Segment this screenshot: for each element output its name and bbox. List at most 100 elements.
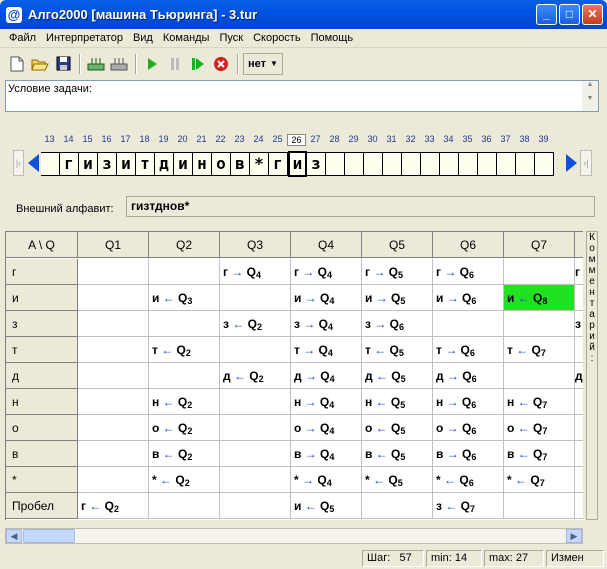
menu-run[interactable]: Пуск: [214, 32, 248, 44]
menu-interpreter[interactable]: Интерпретатор: [41, 32, 128, 44]
speed-dropdown[interactable]: нет ▼: [243, 52, 283, 75]
tape-cell[interactable]: и: [117, 153, 136, 175]
tape-cell[interactable]: [41, 153, 60, 175]
state-header-q4[interactable]: Q4: [291, 232, 362, 258]
command-cell[interactable]: [78, 337, 149, 363]
tape-cell[interactable]: и: [79, 153, 98, 175]
command-cell-partial[interactable]: з: [575, 311, 583, 337]
tape-cell[interactable]: з: [98, 153, 117, 175]
command-cell[interactable]: о → Q4: [291, 415, 362, 441]
command-cell[interactable]: г → Q4: [291, 259, 362, 285]
close-button[interactable]: ✕: [582, 4, 603, 25]
command-cell[interactable]: н ← Q7: [504, 389, 575, 415]
state-header-partial[interactable]: [575, 232, 583, 258]
minimize-button[interactable]: _: [536, 4, 557, 25]
command-cell[interactable]: * ← Q7: [504, 467, 575, 493]
condition-scrollbar[interactable]: ▲ ▼: [582, 81, 598, 111]
command-cell[interactable]: и ← Q3: [149, 285, 220, 311]
command-cell[interactable]: * ← Q5: [362, 467, 433, 493]
command-cell[interactable]: з → Q6: [362, 311, 433, 337]
command-cell[interactable]: [149, 311, 220, 337]
tape-cell[interactable]: т: [136, 153, 155, 175]
command-cell[interactable]: г ← Q2: [78, 493, 149, 519]
command-cell-partial[interactable]: д: [575, 363, 583, 389]
command-cell[interactable]: т → Q4: [291, 337, 362, 363]
command-cell[interactable]: * ← Q6: [433, 467, 504, 493]
tape-load-icon[interactable]: [85, 53, 107, 75]
tape-cell[interactable]: [535, 153, 554, 175]
command-cell[interactable]: в ← Q5: [362, 441, 433, 467]
command-cell[interactable]: [220, 441, 291, 467]
tape-scroll-left-icon[interactable]: [28, 154, 39, 172]
tape-cell[interactable]: [516, 153, 535, 175]
command-cell[interactable]: г → Q5: [362, 259, 433, 285]
command-cell[interactable]: д ← Q5: [362, 363, 433, 389]
command-cell[interactable]: д → Q6: [433, 363, 504, 389]
command-cell[interactable]: и → Q4: [291, 285, 362, 311]
command-cell[interactable]: [362, 493, 433, 519]
tape-cell[interactable]: з: [307, 153, 326, 175]
command-cell[interactable]: [149, 493, 220, 519]
command-cell-partial[interactable]: [575, 389, 583, 415]
command-cell[interactable]: т → Q6: [433, 337, 504, 363]
tape-cell[interactable]: д: [155, 153, 174, 175]
command-cell[interactable]: в → Q4: [291, 441, 362, 467]
alphabet-field[interactable]: гизтднов*: [126, 196, 595, 217]
tape-cell[interactable]: [421, 153, 440, 175]
command-cell[interactable]: т ← Q7: [504, 337, 575, 363]
command-cell-partial[interactable]: [575, 285, 583, 311]
command-cell[interactable]: д ← Q2: [220, 363, 291, 389]
menu-help[interactable]: Помощь: [306, 32, 359, 44]
tape-cell[interactable]: [478, 153, 497, 175]
command-cell-partial[interactable]: г: [575, 259, 583, 285]
command-cell[interactable]: [78, 259, 149, 285]
state-header-q3[interactable]: Q3: [220, 232, 291, 258]
state-header-q7[interactable]: Q7: [504, 232, 575, 258]
tape-cell[interactable]: г: [269, 153, 288, 175]
command-cell[interactable]: и → Q5: [362, 285, 433, 311]
command-cell[interactable]: [220, 337, 291, 363]
menu-speed[interactable]: Скорость: [248, 32, 306, 44]
command-cell[interactable]: [149, 259, 220, 285]
state-header-q2[interactable]: Q2: [149, 232, 220, 258]
command-cell[interactable]: [433, 311, 504, 337]
command-cell[interactable]: в ← Q7: [504, 441, 575, 467]
command-cell[interactable]: [220, 467, 291, 493]
command-cell-partial[interactable]: [575, 467, 583, 493]
command-cell[interactable]: о → Q6: [433, 415, 504, 441]
tape-cell[interactable]: [497, 153, 516, 175]
tape-cell[interactable]: [459, 153, 478, 175]
command-cell[interactable]: [220, 415, 291, 441]
tape-cell[interactable]: [402, 153, 421, 175]
command-cell[interactable]: г → Q6: [433, 259, 504, 285]
command-cell[interactable]: [504, 311, 575, 337]
save-disk-icon[interactable]: [52, 53, 74, 75]
menu-file[interactable]: Файл: [4, 32, 41, 44]
command-cell-partial[interactable]: [575, 415, 583, 441]
scroll-left-icon[interactable]: ◀: [6, 529, 22, 543]
command-cell[interactable]: н ← Q2: [149, 389, 220, 415]
run-play-icon[interactable]: [141, 53, 163, 75]
command-cell[interactable]: т ← Q5: [362, 337, 433, 363]
tape-cell[interactable]: [345, 153, 364, 175]
state-header-q5[interactable]: Q5: [362, 232, 433, 258]
task-condition-box[interactable]: Условие задачи: ▲ ▼: [5, 80, 599, 112]
state-header-q1[interactable]: Q1: [78, 232, 149, 258]
command-cell[interactable]: н ← Q5: [362, 389, 433, 415]
command-cell[interactable]: [504, 363, 575, 389]
tape-save-icon[interactable]: [108, 53, 130, 75]
command-cell[interactable]: з ← Q2: [220, 311, 291, 337]
command-cell[interactable]: [504, 493, 575, 519]
command-cell[interactable]: н → Q4: [291, 389, 362, 415]
step-forward-icon[interactable]: [187, 53, 209, 75]
command-cell[interactable]: [78, 311, 149, 337]
tape-right-button[interactable]: ›|: [580, 150, 592, 176]
command-cell[interactable]: [78, 441, 149, 467]
command-cell[interactable]: г → Q4: [220, 259, 291, 285]
state-header-q6[interactable]: Q6: [433, 232, 504, 258]
tape-cell[interactable]: [440, 153, 459, 175]
open-folder-icon[interactable]: [29, 53, 51, 75]
command-cell[interactable]: [504, 259, 575, 285]
command-cell[interactable]: * ← Q2: [149, 467, 220, 493]
command-cell[interactable]: и → Q6: [433, 285, 504, 311]
